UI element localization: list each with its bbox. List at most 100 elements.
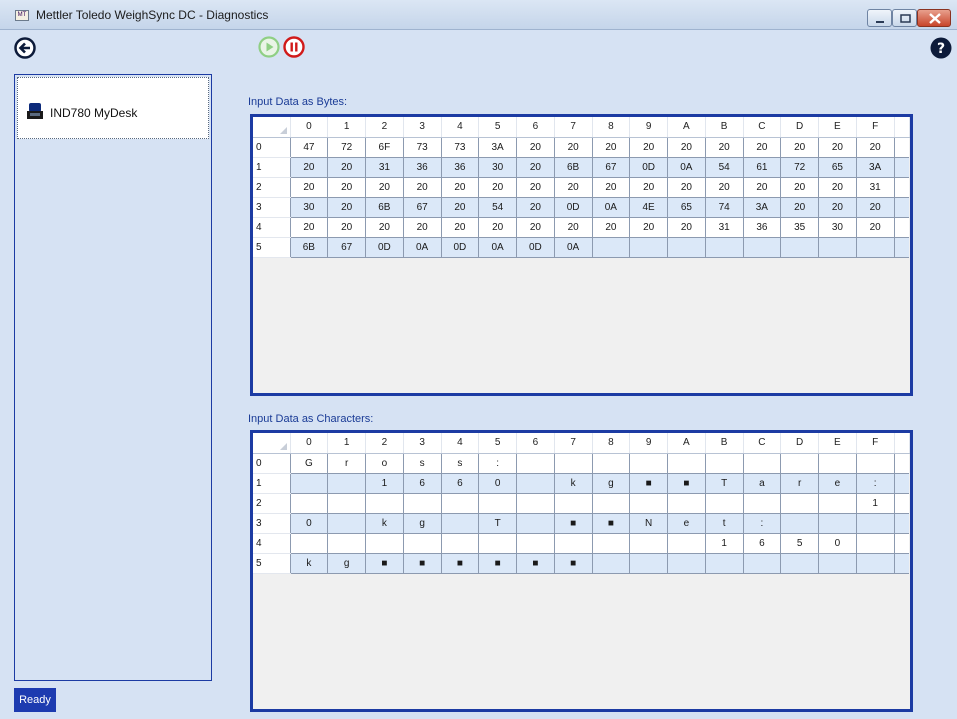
table-cell[interactable]: 1 (856, 493, 895, 514)
table-cell[interactable] (856, 553, 895, 574)
table-cell[interactable]: : (856, 473, 895, 494)
row-header[interactable]: 2 (253, 493, 291, 514)
column-header[interactable]: 0 (290, 117, 329, 138)
column-header[interactable]: D (780, 433, 819, 454)
back-button[interactable] (14, 37, 36, 59)
table-cell[interactable]: ■ (403, 553, 442, 574)
table-cell[interactable] (780, 493, 819, 514)
table-cell[interactable]: g (327, 553, 366, 574)
column-header[interactable]: D (780, 117, 819, 138)
table-cell[interactable] (554, 533, 593, 554)
table-cell[interactable]: 20 (365, 177, 404, 198)
table-cell[interactable]: k (365, 513, 404, 534)
table-cell[interactable]: e (667, 513, 706, 534)
column-header[interactable]: A (667, 433, 706, 454)
table-cell[interactable] (667, 533, 706, 554)
table-cell[interactable]: 20 (818, 177, 857, 198)
table-cell[interactable]: 0 (818, 533, 857, 554)
row-header[interactable]: 4 (253, 533, 291, 554)
maximize-button[interactable] (892, 9, 917, 27)
row-header[interactable]: 3 (253, 513, 291, 534)
table-cell[interactable]: 0A (592, 197, 631, 218)
table-cell[interactable]: ■ (516, 553, 555, 574)
table-cell[interactable]: 20 (403, 217, 442, 238)
table-cell[interactable]: 36 (743, 217, 782, 238)
table-row[interactable]: 1 20 20 31 36 36 30 20 6B 67 0D 0A 54 61 72 65 3A (253, 157, 909, 178)
table-cell[interactable] (818, 237, 857, 258)
table-cell[interactable]: 65 (667, 197, 706, 218)
column-header[interactable]: F (856, 433, 895, 454)
table-cell[interactable]: e (818, 473, 857, 494)
table-cell[interactable]: 36 (441, 157, 480, 178)
column-header[interactable]: B (705, 117, 744, 138)
table-cell[interactable]: 20 (705, 177, 744, 198)
bytes-grid[interactable]: 0 1 2 3 4 5 6 7 8 9 A B C D E F 0 47 72 6F 73 73 3A 20 20 20 20 20 2… (250, 114, 913, 396)
select-all-corner[interactable] (253, 117, 291, 138)
table-row[interactable]: 2 20 20 20 20 20 20 20 20 20 20 20 20 20 20 20 31 (253, 177, 909, 198)
column-header[interactable]: 0 (290, 433, 329, 454)
table-cell[interactable] (743, 237, 782, 258)
table-cell[interactable] (441, 493, 480, 514)
table-cell[interactable]: 20 (667, 177, 706, 198)
table-cell[interactable]: 20 (365, 217, 404, 238)
table-cell[interactable] (327, 473, 366, 494)
table-cell[interactable]: s (441, 453, 480, 474)
column-header[interactable]: 8 (592, 117, 631, 138)
table-cell[interactable] (478, 533, 517, 554)
table-cell[interactable]: 20 (441, 177, 480, 198)
table-cell[interactable]: 20 (290, 217, 329, 238)
table-cell[interactable] (818, 553, 857, 574)
table-cell[interactable]: 73 (403, 137, 442, 158)
table-cell[interactable]: 54 (705, 157, 744, 178)
table-cell[interactable]: 6B (365, 197, 404, 218)
table-cell[interactable]: 0D (554, 197, 593, 218)
table-cell[interactable]: 20 (327, 197, 366, 218)
stop-button[interactable] (283, 36, 305, 58)
row-header[interactable]: 0 (253, 453, 291, 474)
table-cell[interactable]: 72 (780, 157, 819, 178)
column-header[interactable]: 4 (441, 117, 480, 138)
table-cell[interactable] (327, 493, 366, 514)
row-header[interactable]: 5 (253, 237, 291, 258)
table-cell[interactable] (818, 513, 857, 534)
table-row[interactable]: 4 1650 (253, 533, 909, 554)
table-cell[interactable] (705, 493, 744, 514)
table-cell[interactable]: 20 (516, 177, 555, 198)
table-cell[interactable] (856, 237, 895, 258)
table-cell[interactable] (516, 473, 555, 494)
column-header[interactable]: 7 (554, 433, 593, 454)
table-cell[interactable]: 1 (365, 473, 404, 494)
table-cell[interactable]: 20 (327, 217, 366, 238)
row-header[interactable]: 4 (253, 217, 291, 238)
table-cell[interactable]: 20 (327, 177, 366, 198)
table-cell[interactable] (629, 453, 668, 474)
table-row[interactable]: 0 47 72 6F 73 73 3A 20 20 20 20 20 20 20 20 20 20 (253, 137, 909, 158)
table-cell[interactable]: 20 (705, 137, 744, 158)
table-cell[interactable]: 4E (629, 197, 668, 218)
table-cell[interactable] (856, 453, 895, 474)
table-cell[interactable] (327, 533, 366, 554)
table-cell[interactable]: 20 (441, 217, 480, 238)
chars-grid[interactable]: 0 1 2 3 4 5 6 7 8 9 A B C D E F 0 Gr o s s:1 1 6 6 0 k g ■ ■ Ta r e:2 1 3… (250, 430, 913, 712)
column-header[interactable]: 1 (327, 117, 366, 138)
table-cell[interactable] (403, 533, 442, 554)
table-cell[interactable]: 20 (780, 197, 819, 218)
table-cell[interactable]: 20 (780, 177, 819, 198)
table-cell[interactable]: 54 (478, 197, 517, 218)
table-cell[interactable]: ■ (667, 473, 706, 494)
table-cell[interactable]: 67 (403, 197, 442, 218)
table-cell[interactable]: 20 (516, 217, 555, 238)
table-cell[interactable]: r (327, 453, 366, 474)
table-row[interactable]: 3 0 k g T ■ ■ Ne t: (253, 513, 909, 534)
table-cell[interactable]: 6B (290, 237, 329, 258)
table-cell[interactable]: : (478, 453, 517, 474)
table-cell[interactable] (667, 237, 706, 258)
table-cell[interactable] (365, 493, 404, 514)
table-cell[interactable]: 20 (403, 177, 442, 198)
table-cell[interactable]: r (780, 473, 819, 494)
table-cell[interactable]: 20 (554, 177, 593, 198)
table-cell[interactable]: k (554, 473, 593, 494)
table-cell[interactable] (780, 513, 819, 534)
device-item[interactable]: IND780 MyDesk (17, 77, 209, 139)
table-cell[interactable]: g (592, 473, 631, 494)
